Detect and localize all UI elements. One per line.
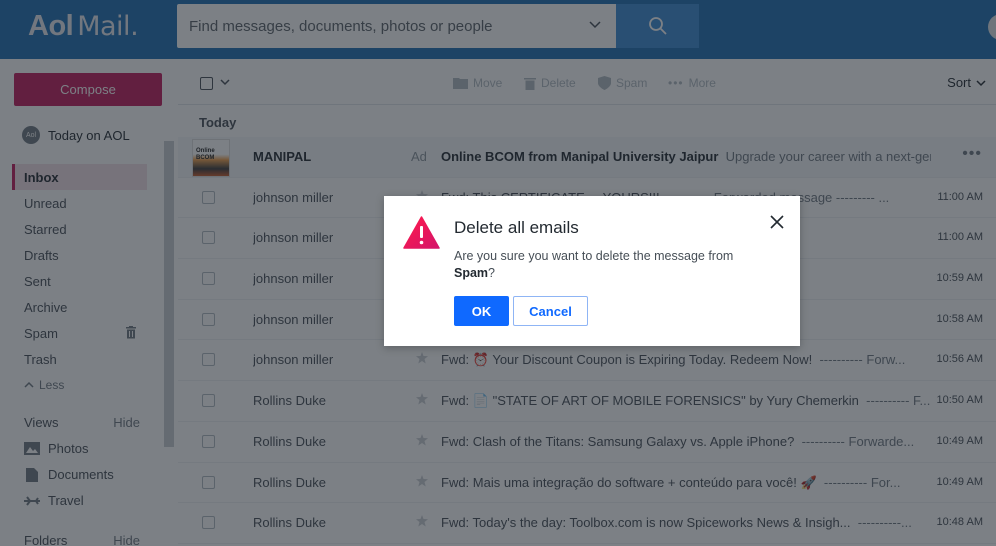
dialog-folder-name: Spam [454, 266, 489, 280]
dialog-message: Are you sure you want to delete the mess… [454, 248, 754, 282]
dialog-title: Delete all emails [454, 218, 579, 237]
dialog-message-suffix: ? [488, 266, 495, 280]
warning-icon [403, 216, 440, 249]
ok-button[interactable]: OK [454, 296, 509, 326]
close-icon[interactable] [770, 215, 784, 229]
cancel-button[interactable]: Cancel [513, 296, 588, 326]
dialog-message-text: Are you sure you want to delete the mess… [454, 249, 734, 263]
delete-confirm-dialog: Delete all emails Are you sure you want … [384, 196, 800, 346]
